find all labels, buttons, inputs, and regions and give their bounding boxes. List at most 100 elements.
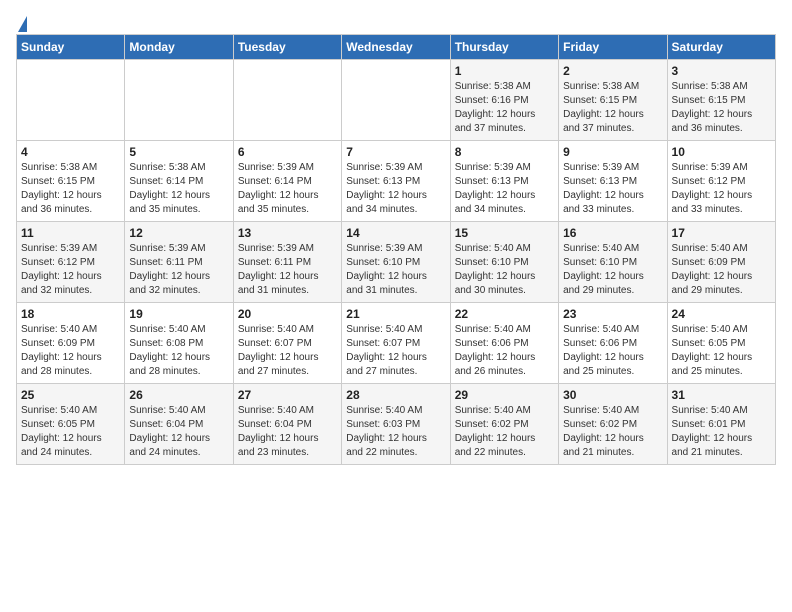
day-of-week-header: Tuesday bbox=[233, 35, 341, 60]
day-info-text: Sunrise: 5:39 AM Sunset: 6:11 PM Dayligh… bbox=[129, 242, 228, 298]
day-of-week-header: Monday bbox=[125, 35, 233, 60]
day-info-text: Sunrise: 5:40 AM Sunset: 6:03 PM Dayligh… bbox=[346, 404, 445, 460]
day-of-week-header: Sunday bbox=[17, 35, 125, 60]
day-of-week-header: Wednesday bbox=[342, 35, 450, 60]
calendar-day-cell: 30 Sunrise: 5:40 AM Sunset: 6:02 PM Dayli… bbox=[559, 384, 667, 465]
day-info-text: Sunrise: 5:40 AM Sunset: 6:09 PM Dayligh… bbox=[21, 323, 120, 379]
day-number: 21 bbox=[346, 307, 445, 321]
day-info-text: Sunrise: 5:40 AM Sunset: 6:08 PM Dayligh… bbox=[129, 323, 228, 379]
calendar-day-cell: 7 Sunrise: 5:39 AM Sunset: 6:13 PM Daylig… bbox=[342, 141, 450, 222]
day-number: 31 bbox=[672, 388, 771, 402]
calendar-day-cell: 27 Sunrise: 5:40 AM Sunset: 6:04 PM Dayli… bbox=[233, 384, 341, 465]
day-number: 16 bbox=[563, 226, 662, 240]
day-info-text: Sunrise: 5:40 AM Sunset: 6:02 PM Dayligh… bbox=[455, 404, 554, 460]
day-info-text: Sunrise: 5:38 AM Sunset: 6:14 PM Dayligh… bbox=[129, 161, 228, 217]
day-number: 4 bbox=[21, 145, 120, 159]
calendar-day-cell: 13Sunrise: 5:39 AM Sunset: 6:11 PM Dayli… bbox=[233, 222, 341, 303]
calendar-day-cell: 18 Sunrise: 5:40 AM Sunset: 6:09 PM Dayli… bbox=[17, 303, 125, 384]
day-info-text: Sunrise: 5:39 AM Sunset: 6:13 PM Dayligh… bbox=[455, 161, 554, 217]
logo-triangle-icon bbox=[18, 16, 27, 32]
calendar-day-cell: 28 Sunrise: 5:40 AM Sunset: 6:03 PM Dayli… bbox=[342, 384, 450, 465]
day-info-text: Sunrise: 5:38 AM Sunset: 6:16 PM Dayligh… bbox=[455, 80, 554, 136]
day-info-text: Sunrise: 5:38 AM Sunset: 6:15 PM Dayligh… bbox=[563, 80, 662, 136]
page-header bbox=[16, 16, 776, 30]
day-number: 28 bbox=[346, 388, 445, 402]
day-info-text: Sunrise: 5:40 AM Sunset: 6:04 PM Dayligh… bbox=[238, 404, 337, 460]
day-of-week-header: Friday bbox=[559, 35, 667, 60]
calendar-day-cell: 23 Sunrise: 5:40 AM Sunset: 6:06 PM Dayli… bbox=[559, 303, 667, 384]
day-number: 17 bbox=[672, 226, 771, 240]
day-number: 30 bbox=[563, 388, 662, 402]
day-info-text: Sunrise: 5:40 AM Sunset: 6:05 PM Dayligh… bbox=[21, 404, 120, 460]
calendar-day-cell: 31 Sunrise: 5:40 AM Sunset: 6:01 PM Dayli… bbox=[667, 384, 775, 465]
day-number: 18 bbox=[21, 307, 120, 321]
day-info-text: Sunrise: 5:40 AM Sunset: 6:06 PM Dayligh… bbox=[455, 323, 554, 379]
calendar-day-cell: 21 Sunrise: 5:40 AM Sunset: 6:07 PM Dayli… bbox=[342, 303, 450, 384]
day-number: 25 bbox=[21, 388, 120, 402]
calendar-day-cell: 24 Sunrise: 5:40 AM Sunset: 6:05 PM Dayli… bbox=[667, 303, 775, 384]
calendar-day-cell bbox=[342, 60, 450, 141]
day-number: 6 bbox=[238, 145, 337, 159]
calendar-day-cell: 3 Sunrise: 5:38 AM Sunset: 6:15 PM Daylig… bbox=[667, 60, 775, 141]
calendar-week-row: 4 Sunrise: 5:38 AM Sunset: 6:15 PM Daylig… bbox=[17, 141, 776, 222]
calendar-day-cell: 9 Sunrise: 5:39 AM Sunset: 6:13 PM Daylig… bbox=[559, 141, 667, 222]
day-of-week-header: Saturday bbox=[667, 35, 775, 60]
day-info-text: Sunrise: 5:39 AM Sunset: 6:12 PM Dayligh… bbox=[672, 161, 771, 217]
calendar-day-cell: 10 Sunrise: 5:39 AM Sunset: 6:12 PM Dayli… bbox=[667, 141, 775, 222]
calendar-day-cell: 22 Sunrise: 5:40 AM Sunset: 6:06 PM Dayli… bbox=[450, 303, 558, 384]
day-info-text: Sunrise: 5:39 AM Sunset: 6:13 PM Dayligh… bbox=[563, 161, 662, 217]
calendar-day-cell: 20 Sunrise: 5:40 AM Sunset: 6:07 PM Dayli… bbox=[233, 303, 341, 384]
day-info-text: Sunrise: 5:40 AM Sunset: 6:02 PM Dayligh… bbox=[563, 404, 662, 460]
day-info-text: Sunrise: 5:39 AM Sunset: 6:13 PM Dayligh… bbox=[346, 161, 445, 217]
day-number: 15 bbox=[455, 226, 554, 240]
calendar-day-cell: 5 Sunrise: 5:38 AM Sunset: 6:14 PM Daylig… bbox=[125, 141, 233, 222]
calendar-day-cell: 8 Sunrise: 5:39 AM Sunset: 6:13 PM Daylig… bbox=[450, 141, 558, 222]
day-info-text: Sunrise: 5:38 AM Sunset: 6:15 PM Dayligh… bbox=[672, 80, 771, 136]
day-info-text: Sunrise: 5:40 AM Sunset: 6:01 PM Dayligh… bbox=[672, 404, 771, 460]
day-info-text: Sunrise: 5:40 AM Sunset: 6:09 PM Dayligh… bbox=[672, 242, 771, 298]
day-info-text: Sunrise: 5:39 AM Sunset: 6:14 PM Dayligh… bbox=[238, 161, 337, 217]
calendar-day-cell: 15Sunrise: 5:40 AM Sunset: 6:10 PM Dayli… bbox=[450, 222, 558, 303]
day-info-text: Sunrise: 5:40 AM Sunset: 6:05 PM Dayligh… bbox=[672, 323, 771, 379]
day-info-text: Sunrise: 5:38 AM Sunset: 6:15 PM Dayligh… bbox=[21, 161, 120, 217]
day-number: 3 bbox=[672, 64, 771, 78]
day-number: 20 bbox=[238, 307, 337, 321]
day-info-text: Sunrise: 5:40 AM Sunset: 6:07 PM Dayligh… bbox=[346, 323, 445, 379]
day-number: 23 bbox=[563, 307, 662, 321]
calendar-day-cell: 11 Sunrise: 5:39 AM Sunset: 6:12 PM Dayli… bbox=[17, 222, 125, 303]
day-info-text: Sunrise: 5:40 AM Sunset: 6:06 PM Dayligh… bbox=[563, 323, 662, 379]
calendar-week-row: 25 Sunrise: 5:40 AM Sunset: 6:05 PM Dayli… bbox=[17, 384, 776, 465]
day-info-text: Sunrise: 5:40 AM Sunset: 6:04 PM Dayligh… bbox=[129, 404, 228, 460]
day-info-text: Sunrise: 5:40 AM Sunset: 6:07 PM Dayligh… bbox=[238, 323, 337, 379]
day-number: 5 bbox=[129, 145, 228, 159]
day-number: 11 bbox=[21, 226, 120, 240]
calendar-day-cell: 17 Sunrise: 5:40 AM Sunset: 6:09 PM Dayli… bbox=[667, 222, 775, 303]
calendar-day-cell bbox=[125, 60, 233, 141]
day-number: 8 bbox=[455, 145, 554, 159]
calendar-day-cell bbox=[17, 60, 125, 141]
calendar-day-cell: 4 Sunrise: 5:38 AM Sunset: 6:15 PM Daylig… bbox=[17, 141, 125, 222]
day-number: 29 bbox=[455, 388, 554, 402]
calendar-week-row: 1 Sunrise: 5:38 AM Sunset: 6:16 PM Daylig… bbox=[17, 60, 776, 141]
day-number: 10 bbox=[672, 145, 771, 159]
calendar-week-row: 18 Sunrise: 5:40 AM Sunset: 6:09 PM Dayli… bbox=[17, 303, 776, 384]
calendar-day-cell: 2 Sunrise: 5:38 AM Sunset: 6:15 PM Daylig… bbox=[559, 60, 667, 141]
day-of-week-header: Thursday bbox=[450, 35, 558, 60]
calendar-day-cell: 16Sunrise: 5:40 AM Sunset: 6:10 PM Dayli… bbox=[559, 222, 667, 303]
day-info-text: Sunrise: 5:39 AM Sunset: 6:12 PM Dayligh… bbox=[21, 242, 120, 298]
day-number: 14 bbox=[346, 226, 445, 240]
calendar-day-cell: 25 Sunrise: 5:40 AM Sunset: 6:05 PM Dayli… bbox=[17, 384, 125, 465]
calendar-day-cell: 6 Sunrise: 5:39 AM Sunset: 6:14 PM Daylig… bbox=[233, 141, 341, 222]
day-number: 26 bbox=[129, 388, 228, 402]
day-number: 2 bbox=[563, 64, 662, 78]
calendar-table: SundayMondayTuesdayWednesdayThursdayFrid… bbox=[16, 34, 776, 465]
day-number: 7 bbox=[346, 145, 445, 159]
day-number: 24 bbox=[672, 307, 771, 321]
day-number: 22 bbox=[455, 307, 554, 321]
calendar-week-row: 11 Sunrise: 5:39 AM Sunset: 6:12 PM Dayli… bbox=[17, 222, 776, 303]
calendar-day-cell: 14Sunrise: 5:39 AM Sunset: 6:10 PM Dayli… bbox=[342, 222, 450, 303]
day-number: 9 bbox=[563, 145, 662, 159]
day-number: 27 bbox=[238, 388, 337, 402]
calendar-day-cell bbox=[233, 60, 341, 141]
day-number: 1 bbox=[455, 64, 554, 78]
